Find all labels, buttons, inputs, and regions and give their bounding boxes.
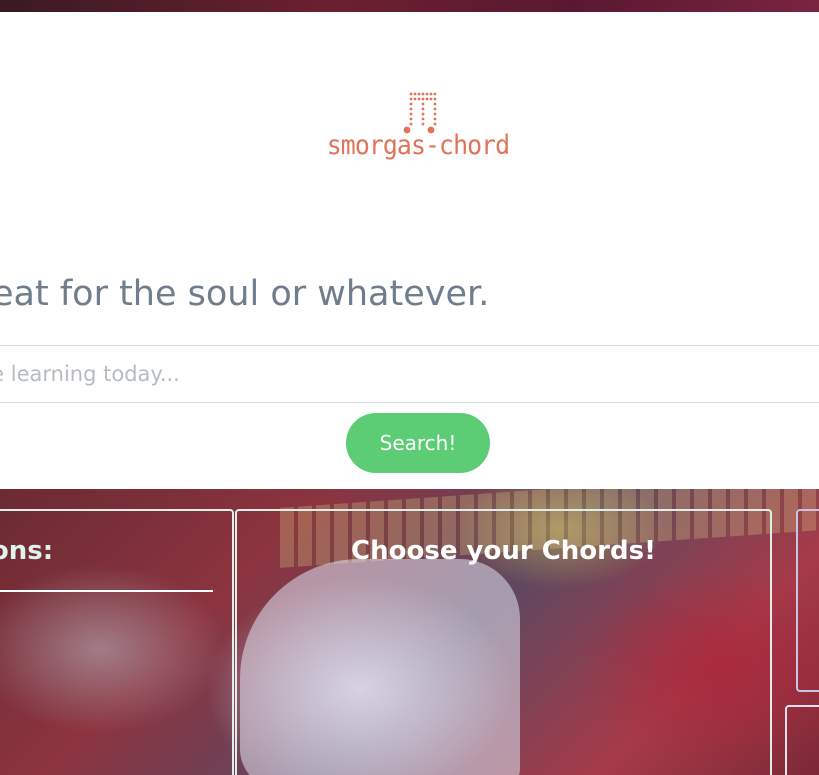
top-hero-strip [0,0,819,12]
right-panel-top[interactable] [796,509,819,692]
brand-logo-text: smorgas-chord [326,130,510,161]
tagline: eat for the soul or whatever. [0,274,490,314]
header-section: smorgas-chord eat for the soul or whatev… [0,12,819,489]
right-panel-bottom[interactable] [785,705,819,775]
search-input[interactable] [0,345,819,403]
search-button[interactable]: Search! [346,413,490,473]
options-panel-divider [0,590,213,592]
choose-chords-title: Choose your Chords! [351,536,656,566]
options-panel-title: ions: [0,536,54,566]
hero-image-section: ions: Choose your Chords! [0,489,819,775]
